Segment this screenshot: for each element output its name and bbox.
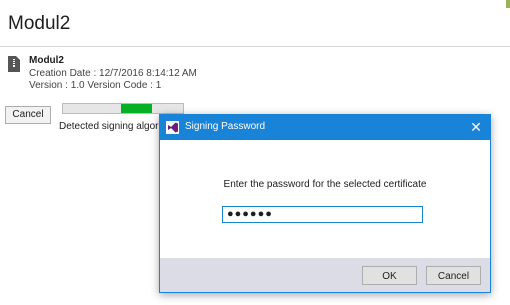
status-text: Detected signing algorit: [59, 121, 164, 132]
page-header: Modul2: [0, 0, 510, 47]
progress-bar: [62, 103, 184, 114]
dialog-title: Signing Password: [185, 121, 266, 132]
archive-zip-icon: [8, 56, 20, 72]
signing-password-dialog: Signing Password ✕ Enter the password fo…: [159, 114, 491, 293]
dialog-cancel-button[interactable]: Cancel: [426, 266, 481, 285]
close-icon[interactable]: ✕: [468, 119, 484, 135]
version-info: Version : 1.0 Version Code : 1: [29, 80, 162, 91]
ok-button[interactable]: OK: [362, 266, 417, 285]
archive-name: Modul2: [29, 55, 64, 66]
page-title: Modul2: [8, 13, 71, 34]
visual-studio-icon: [166, 121, 179, 134]
cancel-button[interactable]: Cancel: [5, 106, 51, 124]
progress-fill: [121, 104, 152, 113]
password-field[interactable]: ●●●●●●: [222, 206, 423, 223]
creation-date: Creation Date : 12/7/2016 8:14:12 AM: [29, 68, 197, 79]
header-accent: [506, 0, 510, 8]
dialog-message: Enter the password for the selected cert…: [223, 179, 427, 190]
dialog-footer: OK Cancel: [160, 258, 490, 292]
dialog-titlebar: Signing Password ✕: [160, 115, 490, 140]
